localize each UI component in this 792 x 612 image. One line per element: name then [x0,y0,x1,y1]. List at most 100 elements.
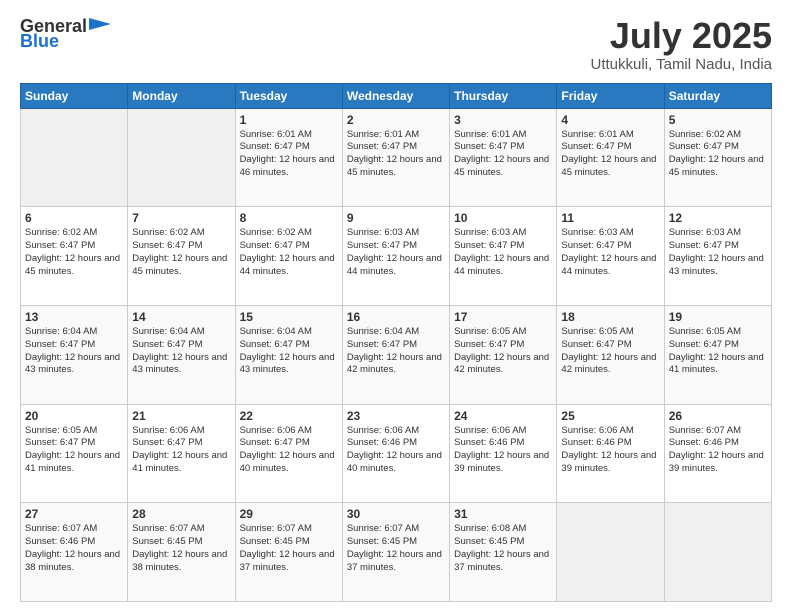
calendar-day-cell: 26 Sunrise: 6:07 AM Sunset: 6:46 PM Dayli… [664,404,771,503]
calendar-day-cell: 5 Sunrise: 6:02 AM Sunset: 6:47 PM Daylig… [664,108,771,207]
calendar-day-cell: 6Sunrise: 6:02 AM Sunset: 6:47 PM Daylig… [21,207,128,306]
day-info: Sunrise: 6:02 AM Sunset: 6:47 PM Dayligh… [669,129,767,180]
calendar-day-cell: 17 Sunrise: 6:05 AM Sunset: 6:47 PM Dayli… [450,305,557,404]
day-number: 15 [240,310,338,324]
day-info: Sunrise: 6:07 AM Sunset: 6:45 PM Dayligh… [132,523,230,574]
day-info: Sunrise: 6:01 AM Sunset: 6:47 PM Dayligh… [454,129,552,180]
calendar-day-cell: 13 Sunrise: 6:04 AM Sunset: 6:47 PM Dayli… [21,305,128,404]
calendar-day-cell: 7 Sunrise: 6:02 AM Sunset: 6:47 PM Daylig… [128,207,235,306]
calendar-table: SundayMondayTuesdayWednesdayThursdayFrid… [20,83,772,602]
calendar-week-row: 13 Sunrise: 6:04 AM Sunset: 6:47 PM Dayli… [21,305,772,404]
day-info: Sunrise: 6:04 AM Sunset: 6:47 PM Dayligh… [25,326,123,377]
day-number: 10 [454,211,552,225]
day-info: Sunrise: 6:05 AM Sunset: 6:47 PM Dayligh… [454,326,552,377]
day-info: Sunrise: 6:07 AM Sunset: 6:45 PM Dayligh… [347,523,445,574]
calendar-day-cell: 3Sunrise: 6:01 AM Sunset: 6:47 PM Daylig… [450,108,557,207]
day-number: 13 [25,310,123,324]
day-number: 12 [669,211,767,225]
day-number: 25 [561,409,659,423]
day-info: Sunrise: 6:07 AM Sunset: 6:46 PM Dayligh… [25,523,123,574]
calendar-week-row: 27 Sunrise: 6:07 AM Sunset: 6:46 PM Dayli… [21,503,772,602]
page: General Blue July 2025 Uttukkuli, Tamil … [0,0,792,612]
day-info: Sunrise: 6:05 AM Sunset: 6:47 PM Dayligh… [669,326,767,377]
day-number: 9 [347,211,445,225]
day-number: 5 [669,113,767,127]
calendar-weekday-header: Saturday [664,83,771,108]
day-number: 26 [669,409,767,423]
day-number: 6 [25,211,123,225]
day-number: 4 [561,113,659,127]
calendar-day-cell: 30 Sunrise: 6:07 AM Sunset: 6:45 PM Dayli… [342,503,449,602]
day-info: Sunrise: 6:06 AM Sunset: 6:47 PM Dayligh… [132,425,230,476]
day-info: Sunrise: 6:03 AM Sunset: 6:47 PM Dayligh… [669,227,767,278]
logo-blue-text: Blue [20,32,59,50]
logo-block: General Blue [20,16,111,50]
day-number: 31 [454,507,552,521]
calendar-weekday-header: Monday [128,83,235,108]
day-info: Sunrise: 6:01 AM Sunset: 6:47 PM Dayligh… [240,129,338,180]
day-info: Sunrise: 6:01 AM Sunset: 6:47 PM Dayligh… [561,129,659,180]
day-number: 16 [347,310,445,324]
calendar-day-cell: 10 Sunrise: 6:03 AM Sunset: 6:47 PM Dayli… [450,207,557,306]
day-info: Sunrise: 6:01 AM Sunset: 6:47 PM Dayligh… [347,129,445,180]
calendar-day-cell: 19 Sunrise: 6:05 AM Sunset: 6:47 PM Dayli… [664,305,771,404]
day-number: 14 [132,310,230,324]
day-number: 28 [132,507,230,521]
calendar-day-cell: 16 Sunrise: 6:04 AM Sunset: 6:47 PM Dayli… [342,305,449,404]
calendar-day-cell: 25 Sunrise: 6:06 AM Sunset: 6:46 PM Dayli… [557,404,664,503]
calendar-day-cell [21,108,128,207]
calendar-day-cell: 24 Sunrise: 6:06 AM Sunset: 6:46 PM Dayli… [450,404,557,503]
calendar-day-cell: 27 Sunrise: 6:07 AM Sunset: 6:46 PM Dayli… [21,503,128,602]
calendar-day-cell: 21 Sunrise: 6:06 AM Sunset: 6:47 PM Dayli… [128,404,235,503]
day-number: 22 [240,409,338,423]
day-number: 17 [454,310,552,324]
day-number: 23 [347,409,445,423]
day-number: 19 [669,310,767,324]
day-number: 8 [240,211,338,225]
calendar-day-cell: 11Sunrise: 6:03 AM Sunset: 6:47 PM Dayli… [557,207,664,306]
day-info: Sunrise: 6:07 AM Sunset: 6:45 PM Dayligh… [240,523,338,574]
location-title: Uttukkuli, Tamil Nadu, India [591,56,772,73]
day-number: 1 [240,113,338,127]
calendar-day-cell: 9 Sunrise: 6:03 AM Sunset: 6:47 PM Daylig… [342,207,449,306]
calendar-weekday-header: Sunday [21,83,128,108]
calendar-day-cell: 12 Sunrise: 6:03 AM Sunset: 6:47 PM Dayli… [664,207,771,306]
calendar-day-cell [664,503,771,602]
day-info: Sunrise: 6:08 AM Sunset: 6:45 PM Dayligh… [454,523,552,574]
day-info: Sunrise: 6:04 AM Sunset: 6:47 PM Dayligh… [347,326,445,377]
calendar-week-row: 1 Sunrise: 6:01 AM Sunset: 6:47 PM Daylig… [21,108,772,207]
day-number: 27 [25,507,123,521]
calendar-day-cell: 29Sunrise: 6:07 AM Sunset: 6:45 PM Dayli… [235,503,342,602]
day-info: Sunrise: 6:03 AM Sunset: 6:47 PM Dayligh… [454,227,552,278]
day-info: Sunrise: 6:04 AM Sunset: 6:47 PM Dayligh… [132,326,230,377]
calendar-day-cell: 22 Sunrise: 6:06 AM Sunset: 6:47 PM Dayli… [235,404,342,503]
day-info: Sunrise: 6:06 AM Sunset: 6:46 PM Dayligh… [561,425,659,476]
day-info: Sunrise: 6:06 AM Sunset: 6:46 PM Dayligh… [454,425,552,476]
day-info: Sunrise: 6:05 AM Sunset: 6:47 PM Dayligh… [25,425,123,476]
day-number: 30 [347,507,445,521]
calendar-day-cell [557,503,664,602]
day-number: 21 [132,409,230,423]
day-number: 7 [132,211,230,225]
calendar-header-row: SundayMondayTuesdayWednesdayThursdayFrid… [21,83,772,108]
day-number: 20 [25,409,123,423]
month-title: July 2025 [591,16,772,56]
day-number: 18 [561,310,659,324]
day-number: 2 [347,113,445,127]
calendar-day-cell: 23Sunrise: 6:06 AM Sunset: 6:46 PM Dayli… [342,404,449,503]
day-info: Sunrise: 6:02 AM Sunset: 6:47 PM Dayligh… [240,227,338,278]
day-info: Sunrise: 6:03 AM Sunset: 6:47 PM Dayligh… [561,227,659,278]
day-number: 24 [454,409,552,423]
day-info: Sunrise: 6:07 AM Sunset: 6:46 PM Dayligh… [669,425,767,476]
calendar-day-cell: 4 Sunrise: 6:01 AM Sunset: 6:47 PM Daylig… [557,108,664,207]
calendar-weekday-header: Thursday [450,83,557,108]
calendar-day-cell: 1 Sunrise: 6:01 AM Sunset: 6:47 PM Daylig… [235,108,342,207]
logo: General Blue [20,16,111,50]
calendar-day-cell: 18Sunrise: 6:05 AM Sunset: 6:47 PM Dayli… [557,305,664,404]
day-info: Sunrise: 6:06 AM Sunset: 6:47 PM Dayligh… [240,425,338,476]
day-info: Sunrise: 6:02 AM Sunset: 6:47 PM Dayligh… [132,227,230,278]
calendar-day-cell: 20 Sunrise: 6:05 AM Sunset: 6:47 PM Dayli… [21,404,128,503]
day-info: Sunrise: 6:03 AM Sunset: 6:47 PM Dayligh… [347,227,445,278]
day-info: Sunrise: 6:04 AM Sunset: 6:47 PM Dayligh… [240,326,338,377]
calendar-day-cell: 2 Sunrise: 6:01 AM Sunset: 6:47 PM Daylig… [342,108,449,207]
